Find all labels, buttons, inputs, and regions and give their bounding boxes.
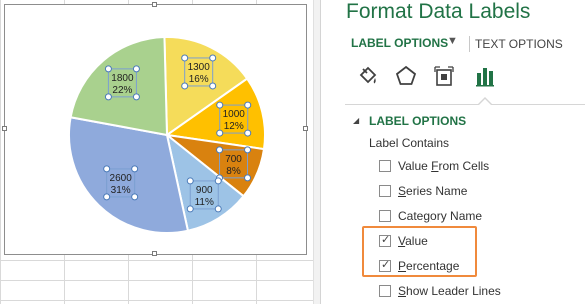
chart-resize-handle-top[interactable] (152, 2, 157, 7)
chart-resize-handle-right[interactable] (303, 126, 308, 131)
data-label-value: 700 (225, 154, 242, 165)
data-label-percent: 16% (189, 74, 209, 85)
checkbox-box[interactable] (379, 210, 391, 222)
chart-resize-handle-left[interactable] (2, 126, 7, 131)
sheet-vertical-scroll-edge (313, 0, 320, 304)
data-label-handle[interactable] (214, 177, 222, 185)
pie-chart[interactable]: 130016% 100012% 7008% 90011% 260031% 180022% (5, 5, 306, 254)
data-label-handle[interactable] (244, 174, 252, 182)
tab-text-options[interactable]: TEXT OPTIONS (475, 37, 563, 51)
data-label-handle[interactable] (132, 93, 140, 101)
checkbox-value-from-cells[interactable]: Value From Cells (379, 156, 489, 176)
checkbox-series-name[interactable]: Series Name (379, 181, 467, 201)
data-label-handle[interactable] (186, 177, 194, 185)
data-label-handle[interactable] (244, 146, 252, 154)
data-label-handle[interactable] (103, 165, 111, 173)
section-title-label-options[interactable]: LABEL OPTIONS (369, 114, 466, 128)
data-label-value: 1800 (111, 73, 134, 84)
checkbox-label: Value From Cells (398, 159, 490, 173)
size-properties-icon[interactable] (432, 64, 456, 88)
data-label-handle[interactable] (103, 193, 111, 201)
chart-area[interactable]: 1300 16% 1000 12% 700 8% 900 11% 2600 31% 1800 22% (4, 4, 307, 255)
data-label-handle[interactable] (181, 82, 189, 90)
checkbox-label: Show Leader Lines (398, 284, 501, 298)
format-data-labels-pane: Format Data Labels LABEL OPTIONS ▼ TEXT … (321, 0, 585, 304)
data-label-handle[interactable] (104, 65, 112, 73)
checkbox-show-leader-lines[interactable]: Show Leader Lines (379, 281, 501, 301)
tab-separator (469, 36, 470, 52)
pane-title: Format Data Labels (346, 0, 531, 23)
data-label-handle[interactable] (186, 205, 194, 213)
checkbox-label: Series Name (398, 184, 468, 198)
data-label-handle[interactable] (131, 193, 139, 201)
data-label-handle[interactable] (209, 82, 217, 90)
label-options-bar-icon[interactable] (473, 64, 497, 88)
highlight-annotation-box (362, 226, 477, 277)
data-label-handle[interactable] (216, 146, 224, 154)
selected-icon-pointer-fill (479, 99, 491, 105)
checkbox-label: Category Name (398, 209, 483, 223)
checkbox-box[interactable] (379, 185, 391, 197)
data-label-percent: 12% (224, 121, 244, 132)
checkbox-category-name[interactable]: Category Name (379, 206, 482, 226)
data-label-handle[interactable] (216, 129, 224, 137)
data-label-value: 900 (196, 185, 213, 196)
worksheet[interactable]: 1300 16% 1000 12% 700 8% 900 11% 2600 31% 1800 22% (0, 0, 320, 304)
icon-row-divider (345, 104, 585, 105)
data-label-value: 1300 (188, 62, 211, 73)
data-label-handle[interactable] (244, 129, 252, 137)
data-label-handle[interactable] (244, 101, 252, 109)
label-contains-heading: Label Contains (369, 136, 450, 150)
fill-line-icon[interactable] (356, 64, 380, 88)
data-label-percent: 8% (226, 166, 241, 177)
tab-label-options[interactable]: LABEL OPTIONS (351, 36, 448, 50)
checkbox-box[interactable] (379, 160, 391, 172)
data-label-handle[interactable] (209, 54, 217, 62)
data-label-value: 1000 (223, 109, 246, 120)
effects-pentagon-icon[interactable] (394, 64, 418, 88)
tab-dropdown-icon[interactable]: ▼ (447, 35, 458, 47)
data-label-handle[interactable] (216, 101, 224, 109)
data-label-handle[interactable] (132, 65, 140, 73)
checkbox-box[interactable] (379, 285, 391, 297)
data-label-handle[interactable] (131, 165, 139, 173)
data-label-value: 2600 (110, 173, 133, 184)
data-label-handle[interactable] (181, 54, 189, 62)
chart-resize-handle-bottom[interactable] (152, 251, 157, 256)
data-label-percent: 22% (112, 85, 132, 96)
data-label-percent: 31% (111, 185, 131, 196)
data-label-handle[interactable] (214, 205, 222, 213)
data-label-handle[interactable] (104, 93, 112, 101)
collapse-triangle-icon[interactable]: ◢ (353, 116, 359, 125)
data-label-percent: 11% (195, 197, 214, 208)
